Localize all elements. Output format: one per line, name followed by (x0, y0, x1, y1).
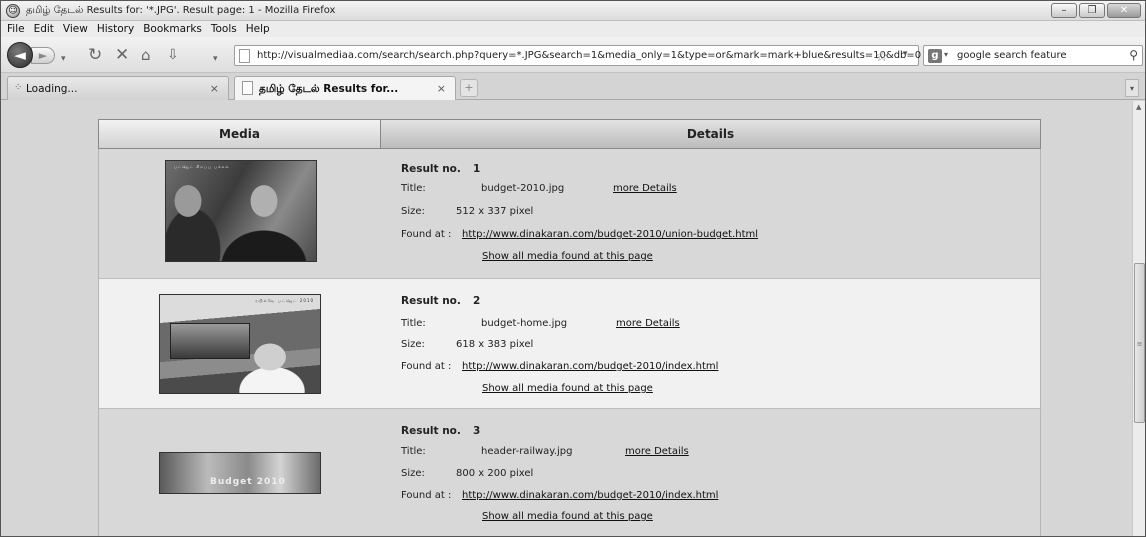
show-all-media-link[interactable]: Show all media found at this page (482, 251, 653, 262)
minimize-button[interactable]: – (1051, 3, 1077, 18)
result-title: header-railway.jpg (481, 446, 573, 457)
search-engine-dropdown-icon[interactable]: ▾ (944, 50, 948, 59)
history-dropdown-icon[interactable]: ▾ (61, 50, 66, 68)
stop-icon[interactable]: ✕ (115, 46, 129, 64)
table-header: Media Details (98, 119, 1041, 149)
result-number: 1 (473, 163, 481, 175)
result-size: 618 x 383 pixel (456, 339, 534, 350)
found-at-label: Found at : (401, 490, 452, 501)
found-at-label: Found at : (401, 229, 452, 240)
train-graphic (170, 323, 250, 359)
size-label: Size: (401, 468, 425, 479)
media-column-header: Media (99, 120, 381, 148)
scroll-up-icon[interactable]: ▲ (1136, 103, 1141, 111)
size-label: Size: (401, 339, 425, 350)
title-label: Title: (401, 183, 426, 194)
result-thumbnail[interactable]: பட்ஜெட் சிறப்பு பக்கம் (165, 160, 317, 262)
menu-file[interactable]: File (7, 21, 30, 37)
reload-icon[interactable]: ↻ (88, 46, 102, 64)
tab-close-icon[interactable]: × (210, 82, 219, 95)
details-column-header: Details (381, 120, 1040, 148)
result-number-label: Result no. (401, 425, 461, 437)
result-thumbnail[interactable]: ரயில்வே பட்ஜெட் 2010 (159, 294, 321, 394)
search-box[interactable]: g ▾ google search feature ⚲ (923, 45, 1143, 66)
tab-label: Loading... (26, 83, 78, 95)
result-number-label: Result no. (401, 295, 461, 307)
found-at-link[interactable]: http://www.dinakaran.com/budget-2010/uni… (462, 229, 758, 240)
title-label: Title: (401, 318, 426, 329)
result-number-label: Result no. (401, 163, 461, 175)
new-tab-button[interactable]: + (460, 79, 478, 97)
tab-list-button[interactable]: ▾ (1125, 79, 1139, 97)
page-icon (239, 49, 250, 63)
show-all-media-link[interactable]: Show all media found at this page (482, 511, 653, 522)
menu-bookmarks[interactable]: Bookmarks (143, 21, 207, 37)
menu-bar: File Edit View History Bookmarks Tools H… (1, 21, 1145, 37)
title-label: Title: (401, 446, 426, 457)
page-content: Media Details பட்ஜெட் சிறப்பு பக்கம் Res… (1, 101, 1132, 536)
maximize-button[interactable]: ❐ (1079, 3, 1105, 18)
page-icon (242, 81, 253, 95)
result-size: 512 x 337 pixel (456, 206, 534, 217)
menu-tools[interactable]: Tools (211, 21, 242, 37)
found-at-link[interactable]: http://www.dinakaran.com/budget-2010/ind… (462, 490, 718, 501)
result-title: budget-home.jpg (481, 318, 568, 329)
more-details-link[interactable]: more Details (613, 183, 677, 194)
more-details-link[interactable]: more Details (616, 318, 680, 329)
result-row: ரயில்வே பட்ஜெட் 2010 Result no. 2 Title:… (98, 279, 1041, 409)
menu-history[interactable]: History (97, 21, 139, 37)
more-details-link[interactable]: more Details (625, 446, 689, 457)
close-button[interactable]: ✕ (1107, 3, 1141, 18)
loading-spinner-icon: ⁘ (14, 82, 23, 93)
window-title: தமிழ் தேடல் Results for: '*.JPG'. Result… (26, 5, 336, 16)
found-at-label: Found at : (401, 361, 452, 372)
tab-loading[interactable]: ⁘ Loading... × (7, 76, 229, 100)
tab-results[interactable]: தமிழ் தேடல் Results for... × (234, 76, 456, 100)
scrollbar-thumb[interactable]: ≡ (1134, 263, 1145, 423)
vertical-scrollbar[interactable]: ▲ ≡ (1132, 101, 1145, 536)
result-title: budget-2010.jpg (481, 183, 565, 194)
thumbnail-caption: Budget 2010 (210, 477, 286, 487)
results-table: Media Details பட்ஜெட் சிறப்பு பக்கம் Res… (98, 119, 1041, 536)
tab-label: தமிழ் தேடல் Results for... (259, 83, 399, 95)
size-label: Size: (401, 206, 425, 217)
firefox-icon[interactable]: ☺ (6, 4, 20, 18)
result-number: 2 (473, 295, 481, 307)
thumbnail-caption: பட்ஜெட் சிறப்பு பக்கம் (174, 164, 230, 169)
bookmark-star-icon[interactable]: ☆ (875, 47, 888, 65)
title-bar: ☺ தமிழ் தேடல் Results for: '*.JPG'. Resu… (1, 1, 1145, 21)
home-icon[interactable]: ⌂ (141, 46, 151, 64)
search-input[interactable]: google search feature (957, 50, 1067, 61)
tab-close-icon[interactable]: × (437, 82, 446, 95)
result-number: 3 (473, 425, 481, 437)
navigation-toolbar: ► ◄ ▾ ↻ ✕ ⌂ ⇩ ▾ http://visualmediaa.com/… (1, 37, 1145, 73)
tab-bar: ⁘ Loading... × தமிழ் தேடல் Results for..… (1, 73, 1145, 100)
result-thumbnail[interactable]: Budget 2010 (159, 452, 321, 494)
menu-help[interactable]: Help (246, 21, 275, 37)
url-dropdown-icon[interactable]: ▾ (903, 49, 908, 59)
search-icon[interactable]: ⚲ (1129, 48, 1138, 62)
back-button[interactable]: ◄ (7, 42, 33, 68)
menu-view[interactable]: View (63, 21, 93, 37)
url-text[interactable]: http://visualmediaa.com/search/search.ph… (257, 50, 921, 61)
found-at-link[interactable]: http://www.dinakaran.com/budget-2010/ind… (462, 361, 718, 372)
thumbnail-caption: ரயில்வே பட்ஜெட் 2010 (255, 298, 314, 303)
result-row: பட்ஜெட் சிறப்பு பக்கம் Result no. 1 Titl… (98, 149, 1041, 279)
result-row: Budget 2010 Result no. 3 Title: header-r… (98, 409, 1041, 536)
search-engine-icon[interactable]: g (928, 49, 942, 63)
show-all-media-link[interactable]: Show all media found at this page (482, 383, 653, 394)
firefox-window: ☺ தமிழ் தேடல் Results for: '*.JPG'. Resu… (0, 0, 1146, 537)
download-icon[interactable]: ⇩ (167, 46, 179, 64)
result-size: 800 x 200 pixel (456, 468, 534, 479)
address-bar[interactable]: http://visualmediaa.com/search/search.ph… (234, 45, 921, 66)
forward-button[interactable]: ► (31, 47, 55, 64)
bookmark-dropdown-icon[interactable]: ▾ (213, 50, 218, 68)
window-controls: – ❐ ✕ (1051, 3, 1141, 18)
menu-edit[interactable]: Edit (34, 21, 59, 37)
